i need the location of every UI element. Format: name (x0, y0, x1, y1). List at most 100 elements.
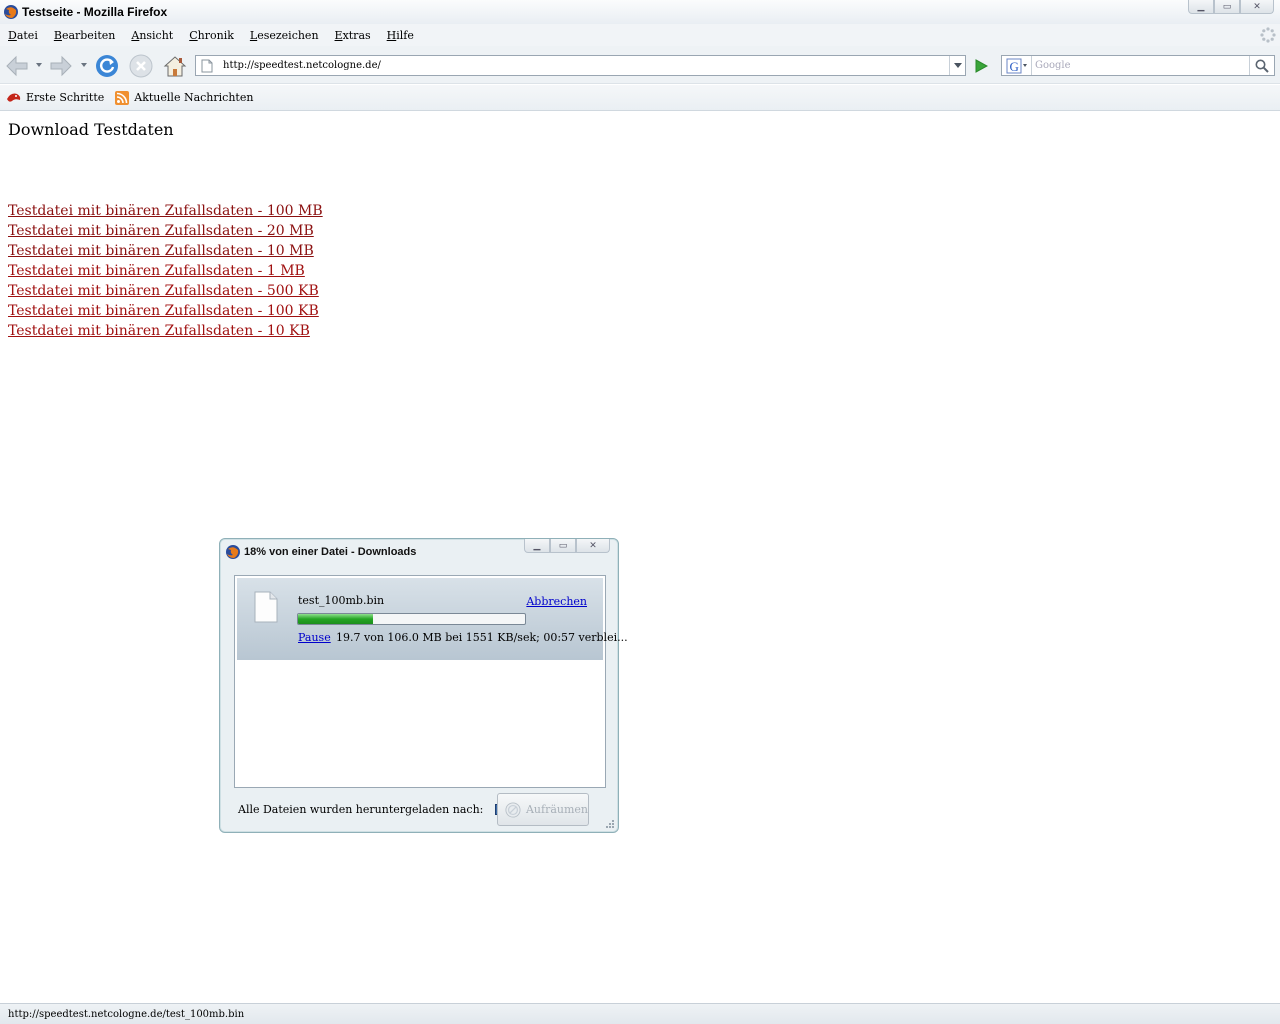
url-history-dropdown[interactable] (949, 56, 965, 75)
go-arrow-icon (975, 58, 988, 73)
menu-label-rest: ilfe (396, 28, 414, 42)
downloads-location-label: Alle Dateien wurden heruntergeladen nach… (238, 803, 484, 816)
chevron-down-icon (953, 63, 962, 68)
menu-datei[interactable]: Datei (8, 29, 38, 42)
download-link-10kb[interactable]: Testdatei mit binären Zufallsdaten - 10 … (8, 321, 323, 341)
downloads-title: 18% von einer Datei - Downloads (244, 546, 417, 558)
forward-history-chevron-down-icon[interactable] (81, 63, 87, 67)
download-progress-bar (297, 613, 526, 625)
download-links-list: Testdatei mit binären Zufallsdaten - 100… (8, 201, 323, 341)
bookmark-label: Erste Schritte (26, 91, 105, 104)
search-button[interactable] (1249, 56, 1274, 75)
bookmark-label: Aktuelle Nachrichten (134, 91, 254, 104)
menu-accel-key: H (386, 28, 397, 42)
cleanup-label: Aufräumen (525, 803, 588, 816)
status-text: http://speedtest.netcologne.de/test_100m… (8, 1008, 245, 1020)
forward-arrow-icon (50, 55, 72, 77)
search-input[interactable] (1035, 60, 1247, 71)
menu-label-rest: xtras (342, 28, 371, 42)
search-bar: G (1001, 55, 1275, 76)
downloads-list: test_100mb.bin Abbrechen Pause 19.7 von … (234, 575, 628, 788)
downloads-window-controls: ▁ ▭ ✕ (524, 539, 610, 553)
reload-button[interactable] (94, 53, 120, 79)
download-link-20mb[interactable]: Testdatei mit binären Zufallsdaten - 20 … (8, 221, 323, 241)
stop-icon (129, 54, 153, 78)
bookmarks-toolbar: Erste Schritte Aktuelle Nachrichten (0, 85, 1280, 111)
back-button[interactable] (4, 53, 30, 79)
downloads-maximize-button[interactable]: ▭ (550, 539, 576, 553)
menu-hilfe[interactable]: Hilfe (387, 29, 414, 42)
google-icon: G (1006, 58, 1027, 74)
firefox-flag-icon (7, 93, 21, 102)
svg-text:G: G (1009, 59, 1018, 74)
download-link-1mb[interactable]: Testdatei mit binären Zufallsdaten - 1 M… (8, 261, 323, 281)
cancel-download-link[interactable]: Abbrechen (526, 595, 587, 608)
close-button[interactable]: ✕ (1240, 0, 1274, 14)
menu-chronik[interactable]: Chronik (189, 29, 234, 42)
menu-accel-key: D (8, 28, 17, 42)
search-icon (1255, 59, 1269, 73)
download-link-100mb[interactable]: Testdatei mit binären Zufallsdaten - 100… (8, 201, 323, 221)
minimize-icon: ▁ (533, 540, 541, 551)
firefox-icon (4, 5, 18, 19)
menu-label-rest: esezeichen (257, 28, 319, 42)
status-bar: http://speedtest.netcologne.de/test_100m… (0, 1003, 1280, 1024)
resize-grip-icon[interactable] (606, 820, 614, 828)
bookmark-aktuelle-nachrichten[interactable]: Aktuelle Nachrichten (114, 90, 253, 106)
home-icon (163, 56, 187, 77)
go-button[interactable] (969, 55, 993, 76)
minimize-icon: ▁ (1197, 1, 1205, 12)
file-icon (254, 591, 278, 623)
download-link-500kb[interactable]: Testdatei mit binären Zufallsdaten - 500… (8, 281, 323, 301)
back-arrow-icon (6, 55, 28, 77)
menu-ansicht[interactable]: Ansicht (131, 29, 173, 42)
download-link-100kb[interactable]: Testdatei mit binären Zufallsdaten - 100… (8, 301, 323, 321)
downloads-close-button[interactable]: ✕ (576, 539, 610, 553)
close-icon: ✕ (1253, 1, 1261, 12)
menu-accel-key: B (53, 28, 62, 42)
menu-bearbeiten[interactable]: Bearbeiten (54, 29, 116, 42)
bookmark-erste-schritte[interactable]: Erste Schritte (6, 90, 104, 106)
menu-lesezeichen[interactable]: Lesezeichen (250, 29, 319, 42)
page-content: Download Testdaten Testdatei mit binären… (0, 112, 1280, 1002)
downloads-titlebar[interactable]: 18% von einer Datei - Downloads ▁ ▭ ✕ (220, 539, 618, 565)
page-icon (201, 59, 213, 72)
menu-label-rest: earbeiten (61, 28, 116, 42)
download-filename: test_100mb.bin (298, 594, 385, 607)
maximize-button[interactable]: ▭ (1214, 0, 1240, 14)
stop-button[interactable] (128, 53, 154, 79)
search-engine-selector[interactable]: G (1002, 56, 1032, 75)
menu-accel-key: E (334, 28, 343, 42)
menu-label-rest: hronik (197, 28, 234, 42)
firefox-icon (226, 545, 240, 559)
menu-extras[interactable]: Extras (335, 29, 371, 42)
window-title: Testseite - Mozilla Firefox (22, 5, 168, 19)
close-icon: ✕ (589, 540, 597, 551)
pause-download-link[interactable]: Pause (298, 631, 331, 644)
clear-list-icon (505, 801, 521, 818)
maximize-icon: ▭ (1222, 1, 1232, 12)
forward-button[interactable] (48, 53, 74, 79)
download-progress-fill (298, 614, 373, 624)
menu-label-rest: nsicht (139, 28, 174, 42)
minimize-button[interactable]: ▁ (1188, 0, 1214, 14)
download-link-10mb[interactable]: Testdatei mit binären Zufallsdaten - 10 … (8, 241, 323, 261)
downloads-minimize-button[interactable]: ▁ (524, 539, 550, 553)
downloads-footer: Alle Dateien wurden heruntergeladen nach… (238, 803, 532, 816)
cleanup-button[interactable]: Aufräumen (497, 793, 589, 826)
window-titlebar: Testseite - Mozilla Firefox ▁ ▭ ✕ (0, 0, 1280, 24)
home-button[interactable] (162, 53, 188, 79)
download-item[interactable]: test_100mb.bin Abbrechen Pause 19.7 von … (237, 578, 628, 660)
back-history-chevron-down-icon[interactable] (36, 63, 42, 67)
download-status-text: 19.7 von 106.0 MB bei 1551 KB/sek; 00:57… (336, 631, 628, 644)
menu-bar: Datei Bearbeiten Ansicht Chronik Lesezeichen… (0, 24, 1280, 46)
downloads-window: 18% von einer Datei - Downloads ▁ ▭ ✕ te… (219, 538, 628, 833)
url-text[interactable]: http://speedtest.netcologne.de/ (223, 60, 381, 71)
url-bar[interactable]: http://speedtest.netcologne.de/ (195, 55, 966, 76)
menu-label-rest: atei (16, 28, 38, 42)
page-heading: Download Testdaten (8, 120, 174, 139)
maximize-icon: ▭ (558, 540, 568, 551)
reload-icon (96, 55, 118, 77)
menu-accel-key: C (189, 28, 198, 42)
navigation-toolbar: http://speedtest.netcologne.de/ G (0, 46, 1280, 84)
